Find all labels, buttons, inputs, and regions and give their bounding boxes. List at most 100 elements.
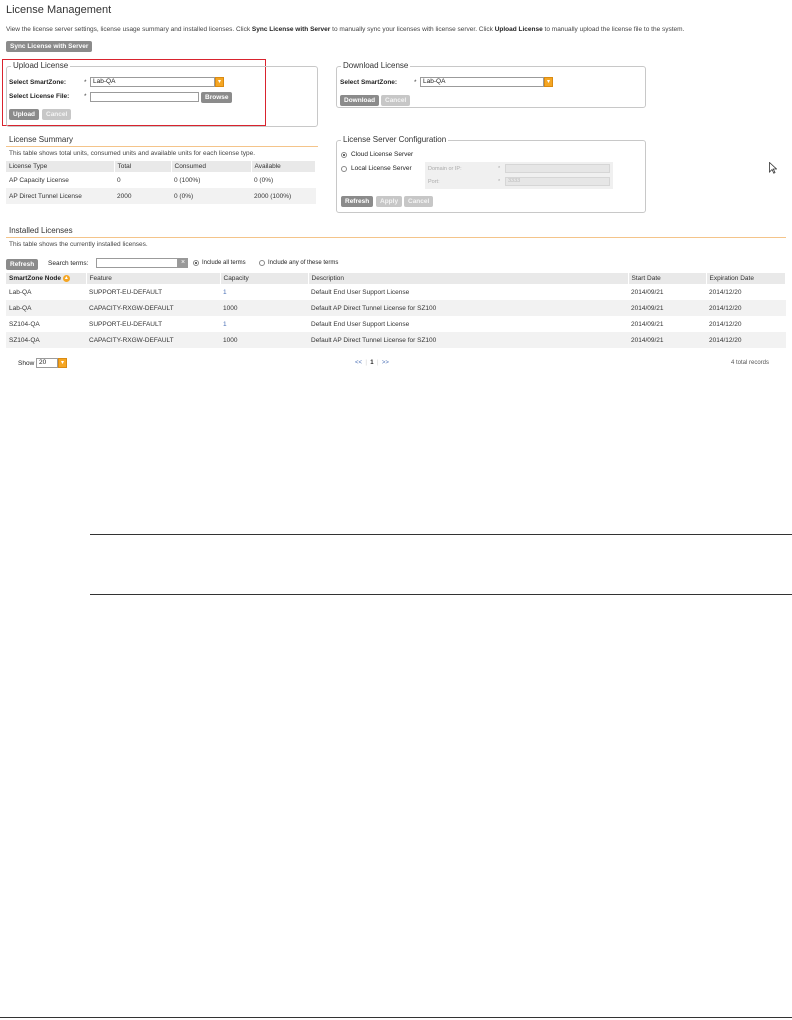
- table-row[interactable]: Lab-QA CAPACITY-RXGW-DEFAULT 1000 Defaul…: [6, 300, 786, 316]
- column-header[interactable]: Start Date: [628, 273, 707, 284]
- upload-cancel-button[interactable]: Cancel: [42, 109, 72, 120]
- sync-license-button[interactable]: Sync License with Server: [6, 41, 93, 52]
- column-header[interactable]: Capacity: [220, 273, 309, 284]
- page-size-select[interactable]: 20: [36, 358, 58, 368]
- license-file-label: Select License File:: [9, 93, 70, 100]
- apply-button[interactable]: Apply: [376, 196, 403, 207]
- include-all-label: Include all terms: [202, 260, 246, 266]
- clear-search-icon[interactable]: ×: [178, 258, 188, 268]
- upload-smartzone-select[interactable]: Lab-QA: [90, 77, 215, 87]
- cell: 2000 (100%): [251, 188, 316, 204]
- horizontal-rule: [90, 594, 792, 595]
- pagination: << | 1 | >>: [355, 360, 389, 366]
- column-header[interactable]: Total: [114, 161, 172, 172]
- domain-input[interactable]: [505, 164, 610, 173]
- mouse-cursor-icon: [769, 162, 777, 174]
- cell: AP Direct Tunnel License: [6, 188, 114, 204]
- cloud-server-label: Cloud License Server: [351, 151, 414, 158]
- total-records: 4 total records: [731, 360, 770, 366]
- column-header[interactable]: Available: [251, 161, 316, 172]
- cell: 0: [117, 176, 121, 184]
- table-row[interactable]: SZ104-QA SUPPORT-EU-DEFAULT 1 Default En…: [6, 316, 786, 332]
- cell: 2014/09/21: [631, 320, 664, 328]
- cell: 2014/09/21: [628, 332, 706, 348]
- cell: 2014/12/20: [706, 332, 786, 348]
- table-row[interactable]: Lab-QA SUPPORT-EU-DEFAULT 1 Default End …: [6, 284, 786, 300]
- column-header[interactable]: Expiration Date: [706, 273, 786, 284]
- upload-smartzone-label: Select SmartZone:: [9, 79, 67, 86]
- search-input[interactable]: [96, 258, 178, 268]
- section-divider: [6, 237, 786, 238]
- page-number[interactable]: 1: [370, 360, 373, 366]
- column-header[interactable]: Feature: [86, 273, 221, 284]
- cell: Lab-QA: [9, 288, 32, 296]
- page-description: View the license server settings, licens…: [6, 26, 685, 33]
- section-divider: [6, 146, 318, 147]
- local-server-radio[interactable]: [341, 166, 347, 172]
- chevron-down-icon[interactable]: ▾: [544, 77, 553, 87]
- required-marker: *: [414, 79, 417, 86]
- cell: SZ104-QA: [9, 320, 40, 328]
- column-header[interactable]: Description: [308, 273, 629, 284]
- browse-button[interactable]: Browse: [201, 92, 233, 103]
- domain-label: Domain or IP:: [428, 166, 462, 172]
- installed-licenses-title: Installed Licenses: [9, 226, 73, 235]
- cell: 1: [223, 320, 227, 328]
- cell: Default AP Direct Tunnel License for SZ1…: [308, 300, 628, 316]
- cell: Default AP Direct Tunnel License for SZ1…: [308, 332, 628, 348]
- next-page-link[interactable]: >>: [382, 360, 389, 366]
- cell: CAPACITY-RXGW-DEFAULT: [86, 332, 220, 348]
- table-row: AP Direct Tunnel License 2000 0 (0%) 200…: [6, 188, 316, 204]
- download-cancel-button[interactable]: Cancel: [381, 95, 411, 106]
- column-header[interactable]: License Type: [6, 161, 115, 172]
- port-input[interactable]: 3333: [505, 177, 610, 186]
- cell: 1000: [220, 332, 308, 348]
- column-header-sorted[interactable]: SmartZone Node ▲: [6, 273, 87, 284]
- license-server-config-legend: License Server Configuration: [341, 135, 449, 144]
- cell: 2014/09/21: [631, 288, 664, 296]
- license-file-input[interactable]: [90, 92, 199, 102]
- upload-button[interactable]: Upload: [9, 109, 40, 120]
- column-header[interactable]: Consumed: [171, 161, 252, 172]
- upload-license-legend: Upload License: [11, 61, 71, 70]
- horizontal-rule: [0, 1017, 792, 1018]
- cell: Lab-QA: [6, 300, 86, 316]
- cell: 0 (0%): [171, 188, 251, 204]
- chevron-down-icon[interactable]: ▾: [58, 358, 67, 368]
- download-license-legend: Download License: [341, 61, 411, 70]
- cell: 2000: [114, 188, 171, 204]
- required-marker: *: [84, 79, 87, 86]
- sort-up-icon: ▲: [62, 274, 70, 282]
- page-title: License Management: [6, 4, 112, 16]
- server-cancel-button[interactable]: Cancel: [404, 196, 434, 207]
- cell: SZ104-QA: [6, 332, 86, 348]
- cell: 2014/12/20: [706, 300, 786, 316]
- chevron-down-icon[interactable]: ▾: [215, 77, 224, 87]
- cell: 2014/12/20: [709, 288, 742, 296]
- cell: SUPPORT-EU-DEFAULT: [89, 288, 163, 296]
- download-smartzone-label: Select SmartZone:: [340, 79, 398, 86]
- installed-licenses-description: This table shows the currently installed…: [9, 241, 148, 248]
- cell: CAPACITY-RXGW-DEFAULT: [86, 300, 220, 316]
- cell: 0 (100%): [174, 176, 201, 184]
- license-summary-table: License Type Total Consumed Available AP…: [6, 161, 316, 204]
- horizontal-rule: [90, 534, 792, 535]
- download-smartzone-select[interactable]: Lab-QA: [420, 77, 544, 87]
- table-row: AP Capacity License 0 0 (100%) 0 (0%): [6, 172, 316, 188]
- cell: Default End User Support License: [311, 288, 410, 296]
- cell: SUPPORT-EU-DEFAULT: [89, 320, 163, 328]
- refresh-licenses-button[interactable]: Refresh: [6, 259, 39, 270]
- include-all-radio[interactable]: [193, 260, 199, 266]
- required-marker: *: [84, 93, 87, 100]
- cell: 1000: [220, 300, 308, 316]
- refresh-server-button[interactable]: Refresh: [341, 196, 374, 207]
- search-terms-label: Search terms:: [48, 260, 89, 267]
- include-any-radio[interactable]: [259, 260, 265, 266]
- first-page-link[interactable]: <<: [355, 360, 362, 366]
- include-any-label: Include any of these terms: [268, 260, 339, 266]
- cell: 2014/09/21: [628, 300, 706, 316]
- download-button[interactable]: Download: [340, 95, 380, 106]
- table-row[interactable]: SZ104-QA CAPACITY-RXGW-DEFAULT 1000 Defa…: [6, 332, 786, 348]
- cloud-server-radio[interactable]: [341, 152, 347, 158]
- installed-licenses-table: SmartZone Node ▲ Feature Capacity Descri…: [6, 273, 786, 348]
